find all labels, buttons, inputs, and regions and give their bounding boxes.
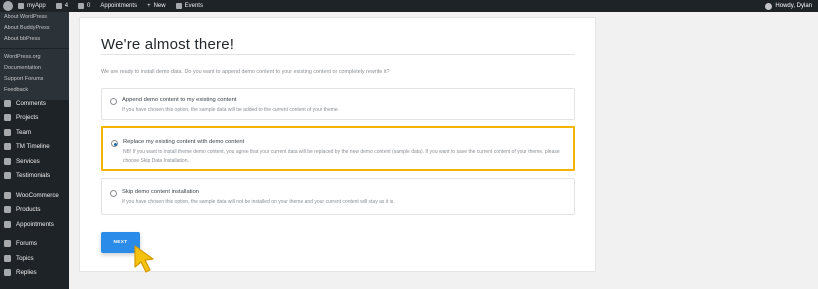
wp-logo-flyout-menu: About WordPress About BuddyPress About b… <box>0 12 69 100</box>
sidebar-item-comments[interactable]: Comments <box>0 96 69 111</box>
option-description: NB! If you want to install theme demo co… <box>123 149 560 164</box>
replace-radio[interactable] <box>111 140 118 147</box>
sidebar-item-testimonials[interactable]: Testimonials <box>0 169 69 184</box>
events-link[interactable]: Events <box>171 0 208 12</box>
flyout-item-about-wordpress[interactable]: About WordPress <box>0 12 69 23</box>
admin-bar: myApp 4 0 Appointments + New Events Howd… <box>0 0 818 12</box>
home-icon <box>18 3 24 9</box>
wordpress-logo-icon[interactable] <box>3 1 13 11</box>
sidebar-item-topics[interactable]: Topics <box>0 251 69 266</box>
comment-icon <box>4 99 11 107</box>
demo-import-panel: We're almost there! We are ready to inst… <box>79 17 596 273</box>
option-description: If you have chosen this option, the samp… <box>122 199 395 205</box>
admin-menu: Comments Projects Team TM Timeline Servi… <box>0 96 69 280</box>
option-skip[interactable]: Skip demo content installation If you ha… <box>101 178 575 215</box>
replies-icon <box>4 269 11 277</box>
topics-icon <box>4 254 11 262</box>
avatar <box>765 2 773 10</box>
sidebar-item-replies[interactable]: Replies <box>0 266 69 281</box>
testimonials-icon <box>4 172 11 180</box>
pointer-cursor-icon <box>134 245 154 273</box>
option-label: Replace my existing content with demo co… <box>123 139 245 145</box>
flyout-item-documentation[interactable]: Documentation <box>0 63 69 74</box>
calendar-icon <box>175 3 182 9</box>
flyout-item-wordpress-org[interactable]: WordPress.org <box>0 52 69 63</box>
appointments-link[interactable]: Appointments <box>95 0 142 12</box>
updates-link[interactable]: 4 <box>51 0 73 12</box>
plus-icon: + <box>147 3 151 9</box>
user-account[interactable]: Howdy, Dylan <box>765 2 818 10</box>
flyout-item-support-forums[interactable]: Support Forums <box>0 74 69 85</box>
sidebar-item-projects[interactable]: Projects <box>0 111 69 126</box>
products-icon <box>4 206 11 214</box>
option-description: If you have chosen this option, the samp… <box>122 107 340 113</box>
append-radio[interactable] <box>110 98 117 105</box>
updates-icon <box>55 3 62 9</box>
woocommerce-icon <box>4 191 11 199</box>
site-name-link[interactable]: myApp <box>13 0 51 12</box>
services-icon <box>4 157 11 165</box>
skip-radio[interactable] <box>110 190 117 197</box>
option-append[interactable]: Append demo content to my existing conte… <box>101 88 575 120</box>
sidebar-item-tm-timeline[interactable]: TM Timeline <box>0 140 69 155</box>
flyout-item-about-bbpress[interactable]: About bbPress <box>0 34 69 45</box>
sidebar-item-forums[interactable]: Forums <box>0 237 69 252</box>
flyout-divider <box>0 48 69 49</box>
title-divider <box>101 54 575 55</box>
clock-icon <box>4 143 11 151</box>
comment-icon <box>78 3 85 9</box>
sidebar-item-services[interactable]: Services <box>0 154 69 169</box>
flyout-item-feedback[interactable]: Feedback <box>0 85 69 96</box>
intro-text: We are ready to install demo data. Do yo… <box>101 69 390 75</box>
forums-icon <box>4 240 11 248</box>
appointments-icon <box>4 220 11 228</box>
sidebar-item-team[interactable]: Team <box>0 125 69 140</box>
sidebar-item-woocommerce[interactable]: WooCommerce <box>0 188 69 203</box>
sidebar-item-appointments[interactable]: Appointments <box>0 217 69 232</box>
team-icon <box>4 128 11 136</box>
option-label: Skip demo content installation <box>122 189 200 195</box>
page-title: We're almost there! <box>101 36 235 53</box>
option-replace[interactable]: Replace my existing content with demo co… <box>101 126 575 171</box>
flyout-item-about-buddypress[interactable]: About BuddyPress <box>0 23 69 34</box>
new-link[interactable]: + New <box>142 0 171 12</box>
sidebar-item-products[interactable]: Products <box>0 203 69 218</box>
comments-link[interactable]: 0 <box>73 0 95 12</box>
projects-icon <box>4 114 11 122</box>
option-label: Append demo content to my existing conte… <box>122 97 237 103</box>
